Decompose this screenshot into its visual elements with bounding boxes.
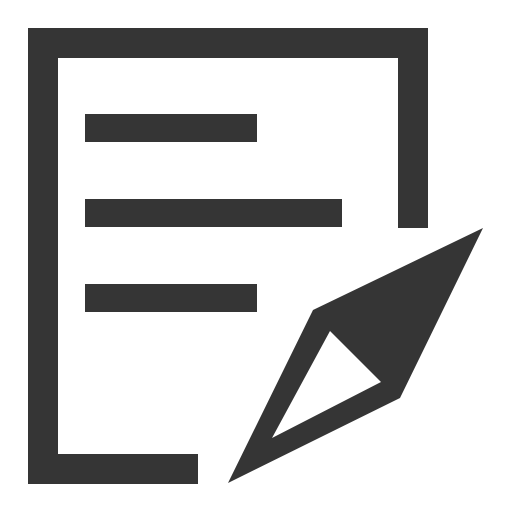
pen-nib-icon — [228, 228, 483, 483]
document-outline — [28, 28, 428, 484]
document-edit-icon — [28, 28, 483, 484]
icon-canvas — [0, 0, 512, 512]
text-line-3 — [85, 284, 257, 312]
text-line-2 — [85, 199, 342, 227]
text-line-1 — [85, 114, 257, 142]
